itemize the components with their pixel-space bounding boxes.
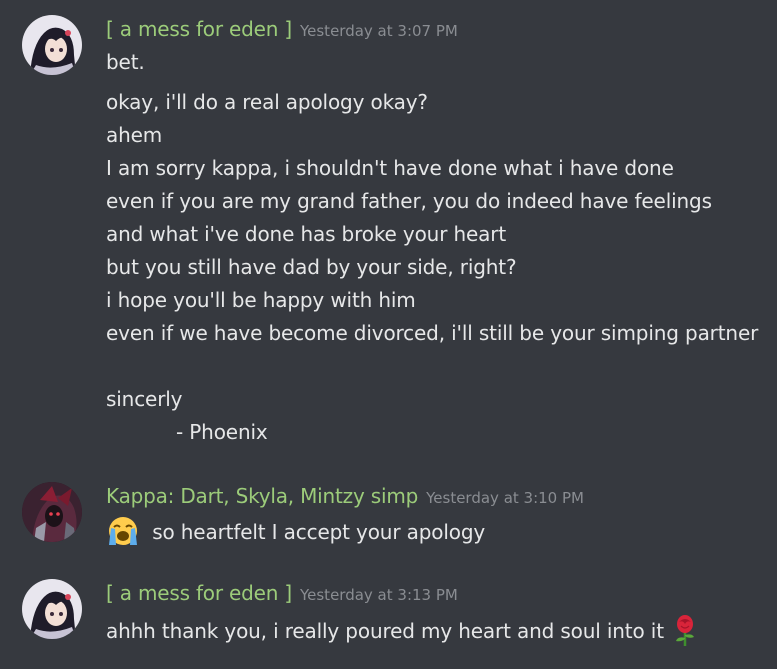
username[interactable]: [ a mess for eden ] xyxy=(106,581,292,605)
message-line: but you still have dad by your side, rig… xyxy=(106,255,517,279)
message-text: ahhh thank you, i really poured my heart… xyxy=(106,619,664,643)
anime-girl-avatar-icon xyxy=(22,579,82,639)
anime-girl-avatar-icon xyxy=(22,15,82,75)
message-line: - Phoenix xyxy=(176,420,268,444)
message-line: ahem xyxy=(106,123,163,147)
dark-armored-character-avatar-icon xyxy=(22,482,82,542)
user-avatar[interactable] xyxy=(22,15,82,75)
message-line: sincerly xyxy=(106,387,183,411)
message-line: ahhh thank you, i really poured my heart… xyxy=(106,614,698,651)
message-line: so heartfelt I accept your apology xyxy=(106,515,485,552)
loudly-crying-face-icon xyxy=(106,515,140,552)
timestamp[interactable]: Yesterday at 3:10 PM xyxy=(426,489,584,507)
message-line: even if we have become divorced, i'll st… xyxy=(106,321,759,345)
message-line: even if you are my grand father, you do … xyxy=(106,189,712,213)
user-avatar[interactable] xyxy=(22,579,82,639)
user-avatar[interactable] xyxy=(22,482,82,542)
username[interactable]: [ a mess for eden ] xyxy=(106,17,292,41)
timestamp[interactable]: Yesterday at 3:13 PM xyxy=(300,586,458,604)
username[interactable]: Kappa: Dart, Skyla, Mintzy simp xyxy=(106,484,418,508)
message-line: bet. xyxy=(106,50,145,74)
message-line: okay, i'll do a real apology okay? xyxy=(106,90,428,114)
message-text: so heartfelt I accept your apology xyxy=(152,520,486,544)
message-line: i hope you'll be happy with him xyxy=(106,288,416,312)
message-line: and what i've done has broke your heart xyxy=(106,222,507,246)
message-line: I am sorry kappa, i shouldn't have done … xyxy=(106,156,674,180)
rose-icon xyxy=(672,614,698,651)
timestamp[interactable]: Yesterday at 3:07 PM xyxy=(300,22,458,40)
